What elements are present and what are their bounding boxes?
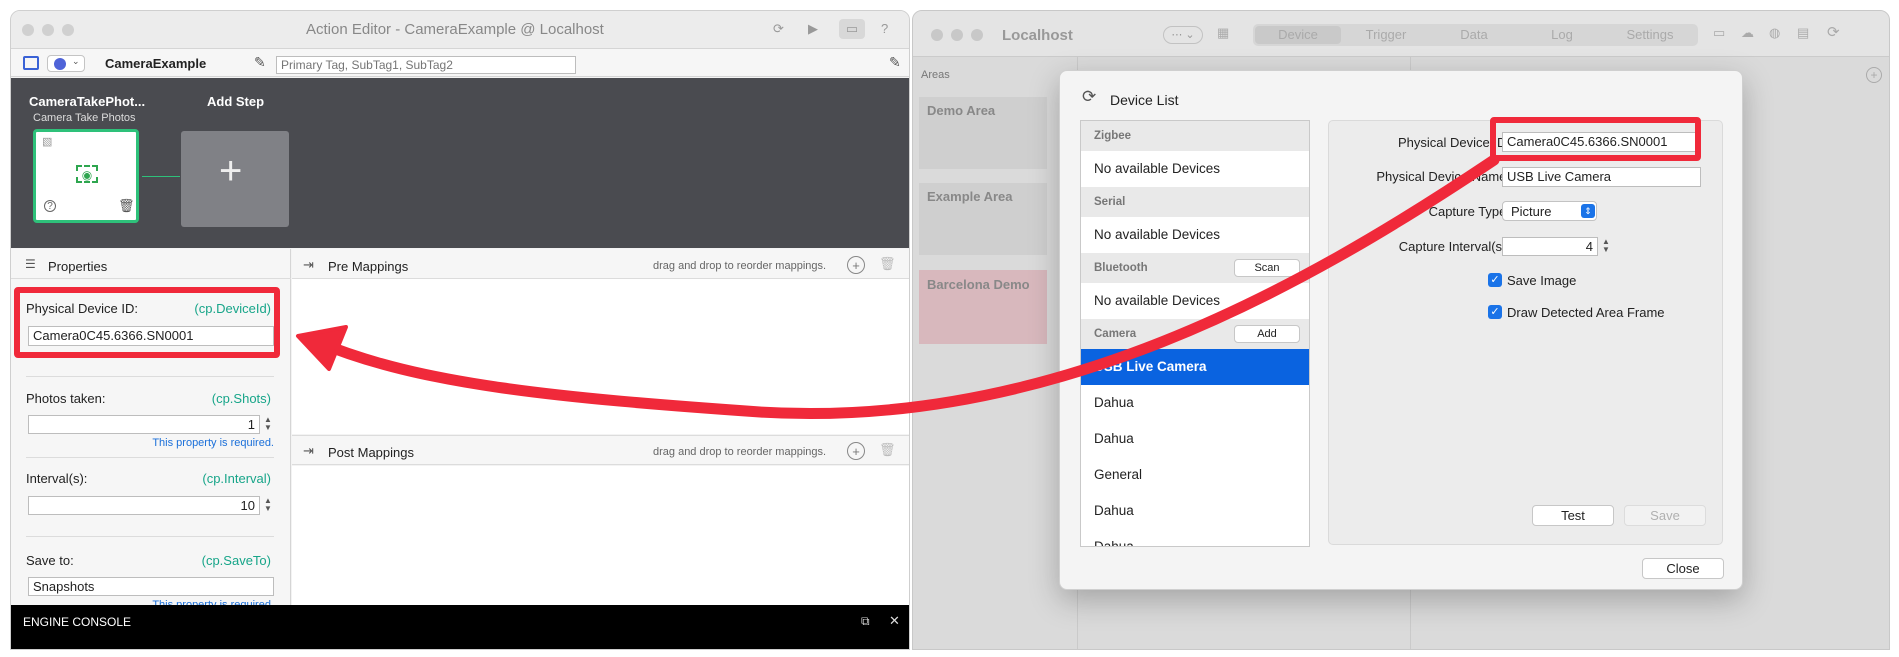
arrow-curve: [312, 154, 1500, 420]
arrow-annotation: [296, 154, 1500, 420]
arrow-head: [296, 325, 348, 371]
